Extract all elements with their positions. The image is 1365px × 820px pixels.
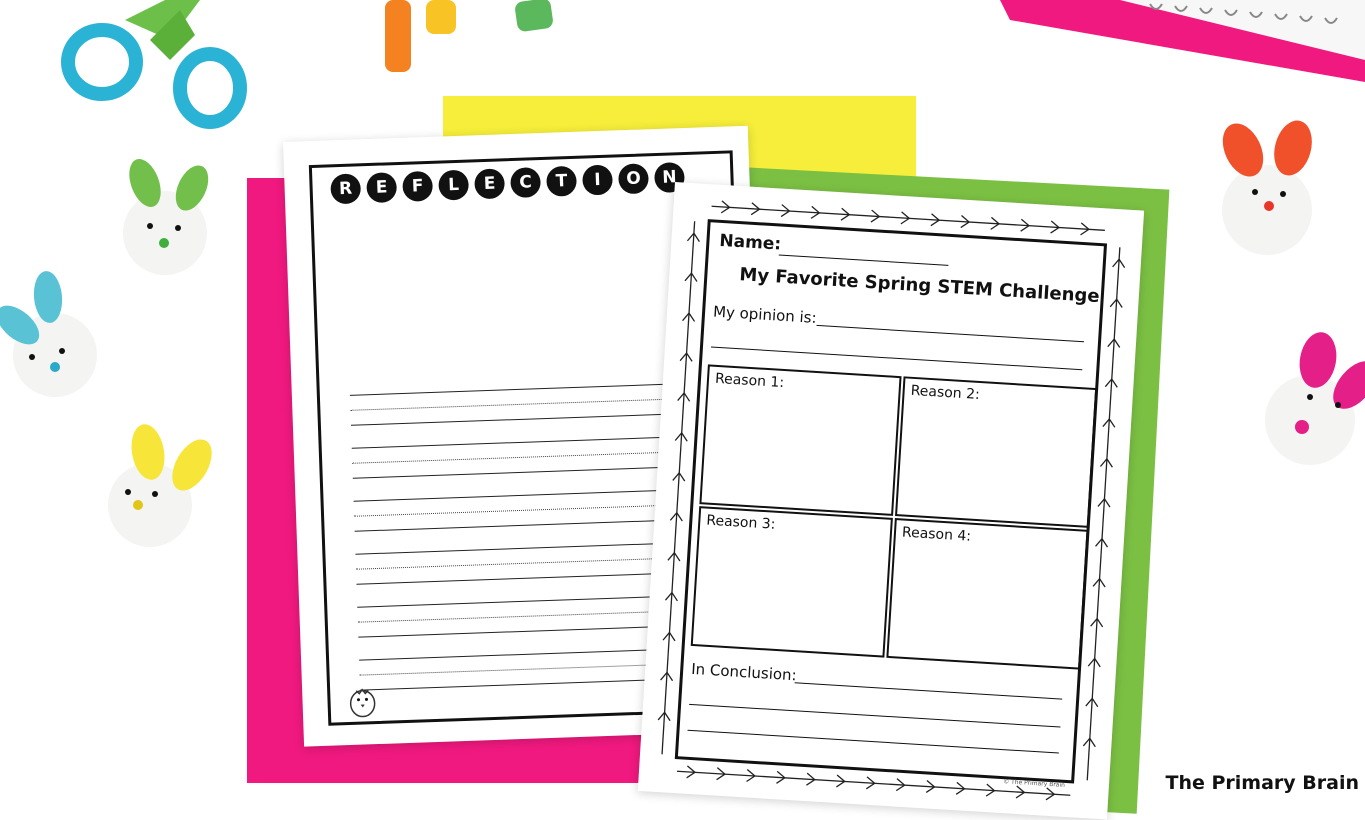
scissors-icon [61,0,247,129]
opinion-worksheet: Name: My Favorite Spring STEM Challenge … [637,182,1145,820]
bunny-yellow-icon [108,424,212,547]
reason-4-label: Reason 4: [901,524,972,545]
markers-icon [385,0,553,72]
reason-box-1: Reason 1: [699,364,902,516]
reflection-letter: C [510,167,542,199]
chick-icon [349,688,376,718]
reflection-letter: E [474,168,506,200]
reflection-letter: R [330,173,362,205]
reason-box-2: Reason 2: [895,376,1098,528]
reflection-letter: T [546,165,578,197]
brand-watermark: The Primary Brain [1165,772,1360,794]
reflection-letter: E [366,172,398,204]
reflection-letter: O [617,163,650,195]
reason-3-label: Reason 3: [705,512,776,533]
reflection-letter: I [582,164,614,196]
notebook-icon [1000,0,1365,82]
bunny-blue-icon [0,271,97,397]
bunny-orange-icon [1222,120,1312,255]
name-label: Name: [718,230,782,255]
bunny-pink-icon [1265,332,1365,465]
reason-box-4: Reason 4: [886,518,1089,670]
reason-box-3: Reason 3: [690,506,893,658]
bunny-green-icon [123,159,209,275]
reason-2-label: Reason 2: [910,382,981,403]
reflection-letter: F [402,170,434,202]
reason-1-label: Reason 1: [714,370,785,392]
reflection-letter: L [438,169,470,201]
